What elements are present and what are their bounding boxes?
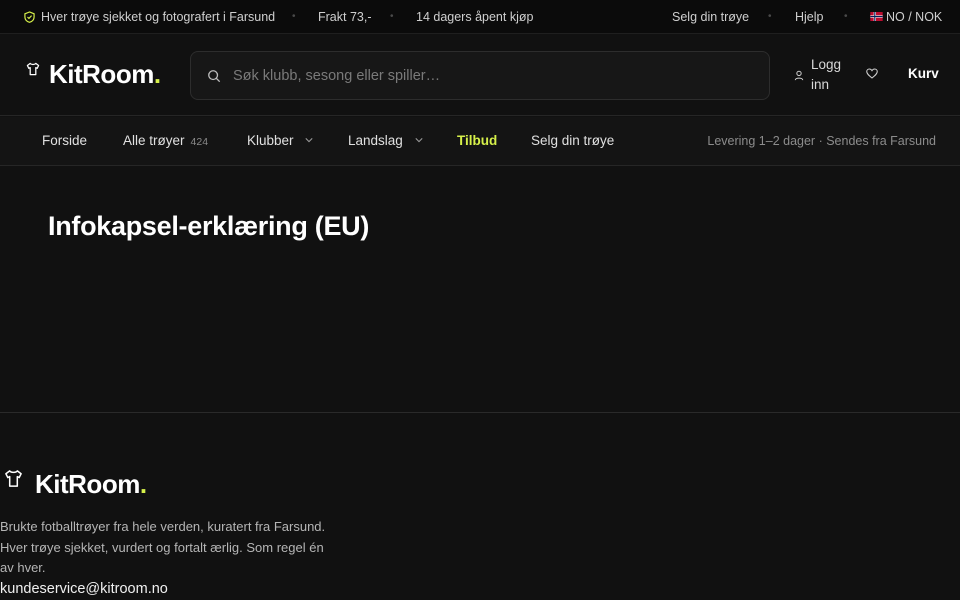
shipping-text: Frakt 73,- [318,10,372,24]
returns-text: 14 dagers åpent kjøp [416,10,534,24]
jersey-count-badge: 424 [190,136,209,148]
nav-all-label: Alle trøyer [123,133,185,148]
main-nav: Forside Alle trøyer 424 Klubber Landslag … [0,117,960,166]
site-header: KitRoom. Logg inn Kurv [0,35,960,116]
page-title: Infokapsel-erklæring (EU) [48,211,370,241]
trust-text: Hver trøye sjekket og fotografert i Fars… [41,10,276,24]
nav-home[interactable]: Forside [42,117,87,166]
separator-dot: • [292,11,296,22]
main-content: Infokapsel-erklæring (EU) [0,167,960,412]
locale-label: NO / NOK [886,10,943,24]
nav-national-label: Landslag [348,133,403,148]
footer-logo[interactable]: KitRoom. [4,469,147,500]
sell-jersey-link[interactable]: Selg din trøye [672,0,749,34]
announcement-bar: Hver trøye sjekket og fotografert i Fars… [0,0,960,34]
nav-offers[interactable]: Tilbud [457,117,497,166]
site-footer: KitRoom. Brukte fotballtrøyer fra hele v… [0,412,960,600]
search-input[interactable] [233,52,753,99]
nav-sell-jersey[interactable]: Selg din trøye [531,117,614,166]
nav-national-teams[interactable]: Landslag [348,117,423,166]
help-link[interactable]: Hjelp [795,0,824,34]
shirt-icon [26,62,40,75]
separator-dot: • [844,11,848,22]
delivery-info: Levering 1–2 dager · Sendes fra Farsund [707,134,936,148]
nav-clubs[interactable]: Klubber [247,117,313,166]
shield-check-icon [24,11,35,23]
footer-logo-text: KitRoom. [35,469,147,499]
login-label: Logg inn [811,57,842,92]
locale-selector[interactable]: NO / NOK [870,0,942,34]
trust-notice: Hver trøye sjekket og fotografert i Fars… [24,0,275,34]
login-link[interactable]: Logg inn [794,55,845,95]
search-box[interactable] [190,51,770,100]
shirt-icon [5,470,22,487]
site-logo[interactable]: KitRoom. [26,59,161,90]
user-icon [794,70,804,80]
nav-clubs-label: Klubber [247,133,294,148]
chevron-down-icon [414,138,423,143]
separator-dot: • [768,11,772,22]
nav-all-jerseys[interactable]: Alle trøyer 424 [123,117,208,166]
chevron-down-icon [305,138,313,143]
logo-text: KitRoom. [49,59,161,89]
norway-flag-icon [870,12,883,22]
heart-icon[interactable] [866,68,878,79]
footer-description: Brukte fotballtrøyer fra hele verden, ku… [0,519,326,575]
support-email-link[interactable]: kundeservice@kitroom.no [0,581,168,597]
search-icon [208,70,221,83]
cart-link[interactable]: Kurv [908,66,939,81]
separator-dot: • [390,11,394,22]
